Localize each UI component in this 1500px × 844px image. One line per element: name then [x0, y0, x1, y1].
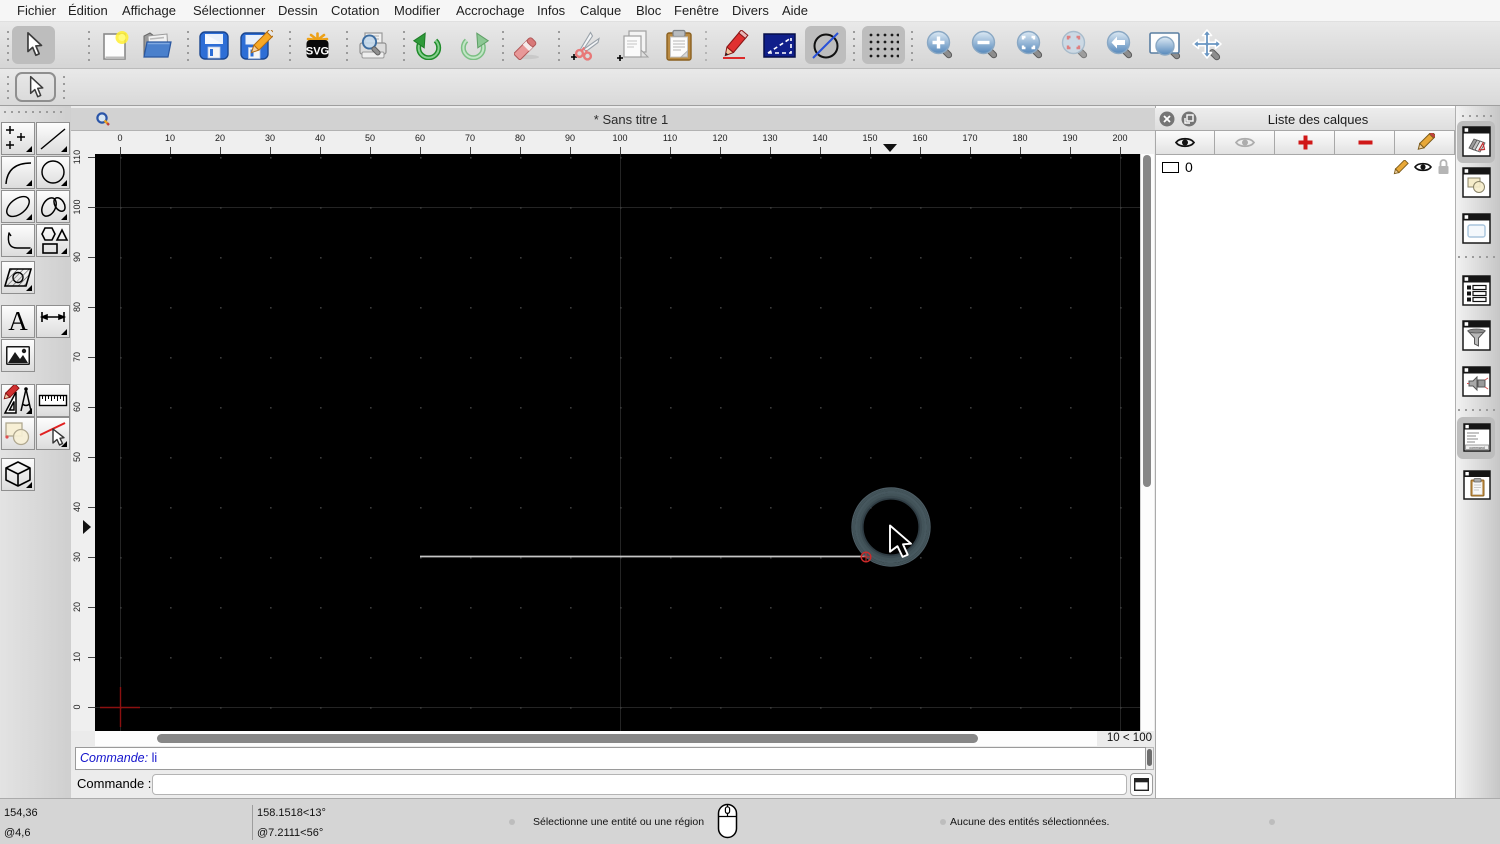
svg-text:SVG: SVG — [306, 46, 329, 58]
svg-text:command: command — [1469, 446, 1484, 450]
